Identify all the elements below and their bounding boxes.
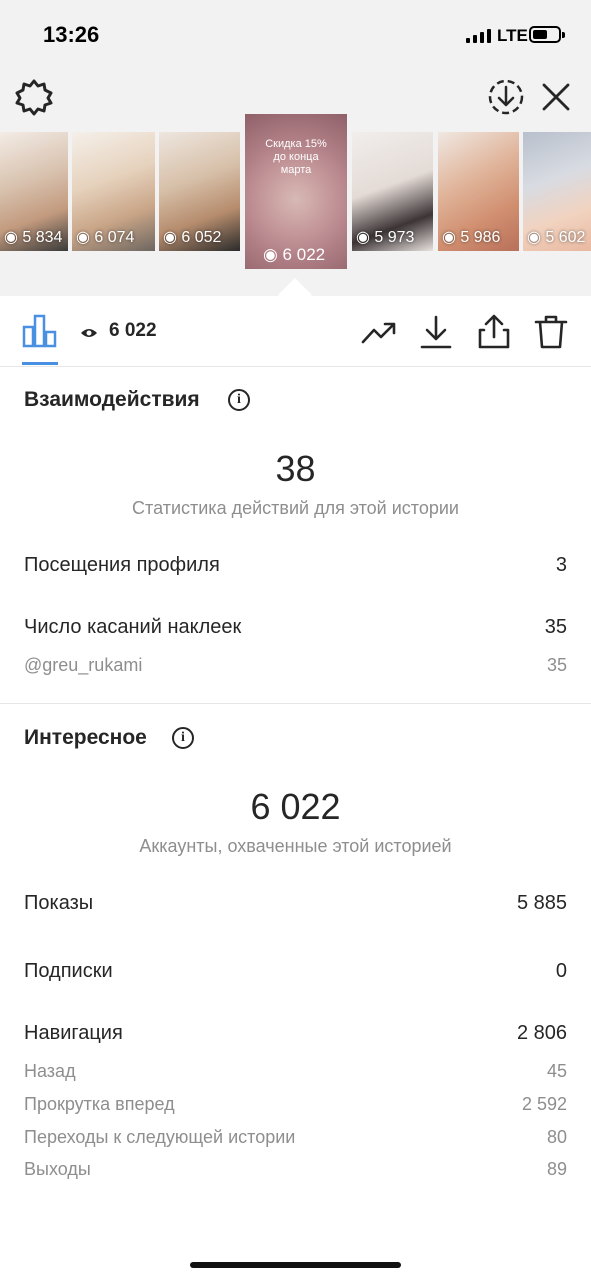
- home-indicator[interactable]: [190, 1262, 401, 1268]
- share-icon[interactable]: [476, 314, 512, 350]
- info-icon[interactable]: i: [172, 727, 194, 749]
- nav-next-story-value: 80: [546, 1127, 567, 1147]
- navigation-label: Навигация: [24, 1022, 123, 1044]
- follows-value: 0: [555, 960, 567, 982]
- impressions-label: Показы: [24, 892, 94, 914]
- nav-exits-label: Выходы: [24, 1159, 91, 1179]
- nav-back-value: 45: [546, 1061, 567, 1081]
- nav-forward-label: Прокрутка вперед: [24, 1094, 175, 1114]
- sticker-mention-label: @greu_rukami: [24, 655, 143, 675]
- story-thumbnail[interactable]: ◉ 6 052: [159, 132, 240, 251]
- signal-icon: [466, 29, 492, 43]
- sticker-taps-label: Число касаний наклеек: [24, 616, 242, 638]
- interactions-subtitle: Статистика действий для этой истории: [132, 498, 459, 518]
- trend-up-icon[interactable]: [361, 314, 397, 350]
- discovery-title: Интересное: [24, 726, 147, 749]
- follows-label: Подписки: [24, 960, 113, 982]
- download-icon[interactable]: [418, 314, 454, 350]
- story-caption: Скидка 15% до конца марта: [265, 138, 327, 176]
- status-time: 13:26: [43, 22, 100, 47]
- thumbnail-views: ◉ 5 602: [527, 229, 586, 246]
- download-circle-icon[interactable]: [486, 77, 526, 117]
- tab-indicator: [22, 362, 58, 365]
- story-thumbnail[interactable]: ◉ 5 986: [438, 132, 519, 251]
- nav-back-label: Назад: [24, 1061, 76, 1081]
- selected-story-thumbnail[interactable]: Скидка 15% до конца марта ◉ 6 022: [245, 114, 347, 269]
- navigation-value: 2 806: [516, 1022, 567, 1044]
- story-view-count: 6 022: [109, 320, 157, 341]
- impressions-value: 5 885: [516, 892, 567, 914]
- sticker-mention-value: 35: [546, 655, 567, 675]
- nav-exits-value: 89: [546, 1159, 567, 1179]
- info-icon[interactable]: i: [228, 389, 250, 411]
- interactions-title: Взаимодействия: [24, 388, 200, 411]
- thumbnail-views: ◉ 6 052: [163, 229, 222, 246]
- profile-visits-label: Посещения профиля: [24, 554, 220, 576]
- sticker-taps-value: 35: [544, 616, 567, 638]
- story-thumbnail[interactable]: ◉ 5 834: [0, 132, 68, 251]
- story-thumbnail[interactable]: ◉ 5 973: [352, 132, 433, 251]
- bar-chart-icon[interactable]: [22, 313, 58, 348]
- reach-total: 6 022: [250, 786, 341, 827]
- thumbnail-views: ◉ 5 986: [442, 229, 501, 246]
- gear-icon[interactable]: [14, 77, 54, 117]
- interactions-total: 38: [275, 448, 316, 489]
- section-divider: [0, 703, 591, 704]
- story-thumbnail[interactable]: ◉ 5 602: [523, 132, 591, 251]
- story-thumbnail[interactable]: ◉ 6 074: [72, 132, 155, 251]
- nav-forward-value: 2 592: [521, 1094, 567, 1114]
- network-type: LTE: [497, 26, 528, 45]
- battery-icon: [529, 26, 565, 43]
- nav-next-story-label: Переходы к следующей истории: [24, 1127, 296, 1147]
- eye-icon: [80, 326, 98, 344]
- close-icon[interactable]: [538, 79, 574, 115]
- profile-visits-value: 3: [555, 554, 567, 576]
- trash-icon[interactable]: [533, 314, 569, 350]
- status-bar: 13:26 LTE: [0, 0, 591, 70]
- selected-story-views: ◉ 6 022: [263, 245, 326, 264]
- thumbnail-views: ◉ 5 973: [356, 229, 415, 246]
- reach-subtitle: Аккаунты, охваченные этой историей: [139, 836, 452, 856]
- thumbnail-views: ◉ 6 074: [76, 229, 135, 246]
- thumbnail-views: ◉ 5 834: [4, 229, 63, 246]
